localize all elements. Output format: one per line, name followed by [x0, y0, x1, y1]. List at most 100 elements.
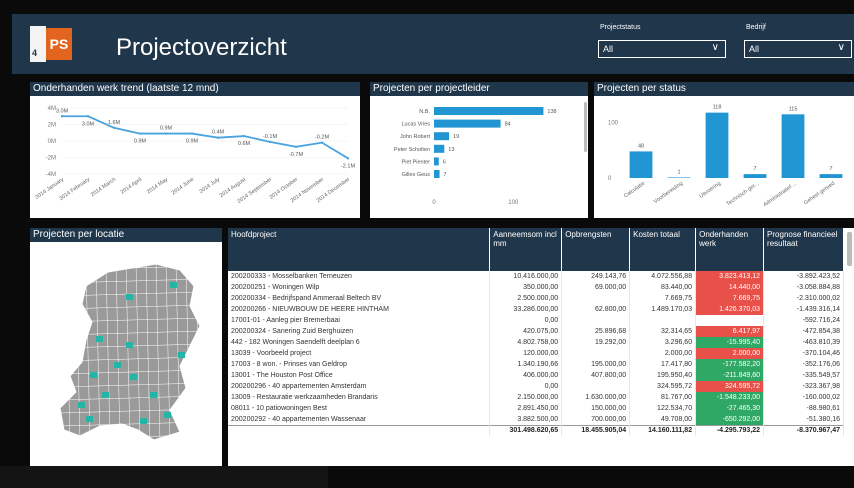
netherlands-map[interactable] — [30, 242, 222, 466]
trend-point[interactable] — [190, 132, 194, 135]
table-row[interactable]: 13001 - The Houston Post Office 406.000,0… — [228, 370, 844, 381]
table-row[interactable]: 13039 - Voorbeeld project 120.000,00 2.000… — [228, 348, 844, 359]
trend-point[interactable] — [138, 132, 142, 135]
status-value-label: 7 — [829, 166, 832, 172]
leader-bar[interactable] — [434, 170, 440, 178]
status-bar[interactable] — [819, 174, 843, 178]
municipality-highlight[interactable] — [150, 392, 157, 398]
trend-point[interactable] — [346, 157, 350, 160]
municipality-highlight[interactable] — [102, 392, 109, 398]
leader-bar[interactable] — [434, 144, 445, 153]
column-header-kosten[interactable]: Kosten totaal — [629, 228, 697, 271]
municipality-highlight[interactable] — [126, 294, 133, 300]
municipality-highlight[interactable] — [114, 362, 121, 368]
y-tick-label: -2M — [46, 156, 56, 162]
leader-bar[interactable] — [434, 132, 450, 141]
project-name-cell: 13009 - Restauratie werkzaamheden Branda… — [228, 392, 491, 403]
table-row[interactable]: 200200333 - Mosselbanken Terneuzen 10.416… — [228, 271, 844, 282]
table-row[interactable]: 200200324 - Sanering Zuid Berghuizen 420.… — [228, 326, 844, 337]
value-cell: 249.143,76 — [561, 271, 631, 282]
trend-point[interactable] — [268, 140, 272, 144]
status-bar[interactable] — [781, 114, 805, 178]
trend-point[interactable] — [294, 145, 298, 148]
municipality-highlight[interactable] — [164, 412, 171, 418]
leader-name-label: Lucas Vries — [401, 122, 430, 128]
dashboard-screen: 4 PS Projectoverzicht Projectstatus All … — [0, 0, 854, 488]
data-label: -0.1M — [263, 134, 277, 140]
value-cell: 2.500.000,00 — [489, 293, 563, 304]
trend-point[interactable] — [60, 115, 64, 118]
column-header-aanneemsom[interactable]: Aanneemsom incl mm — [489, 228, 563, 271]
x-tick-label: 2014 April — [120, 177, 143, 196]
status-bar[interactable] — [705, 112, 729, 178]
status-value-label: 7 — [753, 166, 756, 172]
value-cell: -51.380,16 — [763, 414, 844, 425]
table-row[interactable]: 442 - 182 Woningen Saendelft deelplan 64… — [228, 337, 844, 348]
filter-label-bedrijf: Bedrijf — [746, 24, 766, 31]
trend-title: Onderhanden werk trend (laatste 12 mnd) — [30, 82, 360, 96]
leader-scrollbar[interactable] — [584, 102, 587, 152]
project-name-cell: 200200333 - Mosselbanken Terneuzen — [228, 271, 491, 282]
totals-label — [228, 424, 491, 436]
total-cell: -4.295.793,22 — [695, 424, 765, 436]
value-cell — [695, 315, 765, 326]
value-cell: 69.000,00 — [561, 282, 631, 293]
value-cell: -592.716,24 — [763, 315, 844, 326]
leader-value-label: 19 — [453, 134, 459, 140]
trend-point[interactable] — [216, 136, 220, 139]
municipality-highlight[interactable] — [126, 342, 133, 348]
leader-bar[interactable] — [434, 157, 439, 166]
column-header-onderhanden[interactable]: Onderhanden werk — [695, 228, 765, 271]
municipality-highlight[interactable] — [170, 282, 177, 288]
bottom-overlay — [0, 466, 328, 488]
column-header-opbrengsten[interactable]: Opbrengsten — [561, 228, 631, 271]
value-cell: 350.000,00 — [489, 282, 563, 293]
trend-point[interactable] — [320, 141, 324, 144]
value-cell: 0,00 — [489, 381, 563, 392]
municipality-highlight[interactable] — [78, 402, 85, 408]
value-cell: 7.669,75 — [629, 293, 697, 304]
municipality-highlight[interactable] — [96, 336, 103, 342]
table-row[interactable]: 13009 - Restauratie werkzaamheden Branda… — [228, 392, 844, 403]
table-row[interactable]: 200200296 - 40 appartementen Amsterdam 0,… — [228, 381, 844, 392]
value-cell: 7.669,75 — [695, 293, 765, 304]
project-name-cell: 200200324 - Sanering Zuid Berghuizen — [228, 326, 491, 337]
leader-bar[interactable] — [434, 119, 501, 128]
bedrijf-dropdown[interactable]: All ∨ — [744, 40, 852, 58]
table-row[interactable]: 200200292 - 40 appartementen Wassenaar 3.… — [228, 414, 844, 425]
leader-value-label: 13 — [448, 147, 454, 153]
project-name-cell: 17003 - 8 won. - Prinses van Geldrop — [228, 359, 491, 370]
table-row[interactable]: 200200266 - NIEUWBOUW DE HEERE HINTHAM 33… — [228, 304, 844, 315]
status-value-label: 115 — [789, 106, 798, 112]
value-cell: 4.802.758,00 — [489, 337, 563, 348]
municipality-highlight[interactable] — [178, 352, 185, 358]
table-row[interactable]: 200200251 - Woningen Wilp 350.000,00 69.00… — [228, 282, 844, 293]
trend-point[interactable] — [242, 134, 246, 138]
trend-point[interactable] — [164, 132, 168, 135]
value-cell: -463.810,39 — [763, 337, 844, 348]
leader-bar[interactable] — [434, 107, 544, 115]
value-cell: -1.439.316,14 — [763, 304, 844, 315]
table-row[interactable]: 17001-01 - Aanleg pier Bremerbaai 0,00 -59… — [228, 315, 844, 326]
value-cell: 195.000,00 — [561, 359, 631, 370]
status-bar[interactable] — [629, 151, 653, 178]
trend-point[interactable] — [86, 115, 90, 118]
table-scrollbar[interactable] — [847, 232, 852, 266]
municipality-highlight[interactable] — [130, 374, 137, 380]
project-name-cell: 200200334 - Bedrijfspand Ammeraal Beltec… — [228, 293, 491, 304]
projectstatus-dropdown[interactable]: All ∨ — [598, 40, 726, 58]
municipality-highlight[interactable] — [140, 418, 147, 424]
column-header-prognose[interactable]: Prognose financieel resultaat — [763, 228, 844, 271]
municipality-highlight[interactable] — [86, 416, 93, 422]
municipality-highlight[interactable] — [90, 372, 97, 378]
value-cell: 32.314,65 — [629, 326, 697, 337]
status-bar[interactable] — [667, 177, 691, 178]
status-bar[interactable] — [743, 174, 767, 178]
column-header-hoofdproject[interactable]: Hoofdproject — [228, 228, 491, 271]
table-row[interactable]: 08011 - 10 patiowoningen Best 2.891.450,0… — [228, 403, 844, 414]
table-row[interactable]: 17003 - 8 won. - Prinses van Geldrop 1.34… — [228, 359, 844, 370]
table-row[interactable]: 200200334 - Bedrijfspand Ammeraal Beltec… — [228, 293, 844, 304]
trend-line — [62, 115, 349, 160]
location-title: Projecten per locatie — [30, 228, 222, 242]
trend-point[interactable] — [112, 126, 116, 129]
